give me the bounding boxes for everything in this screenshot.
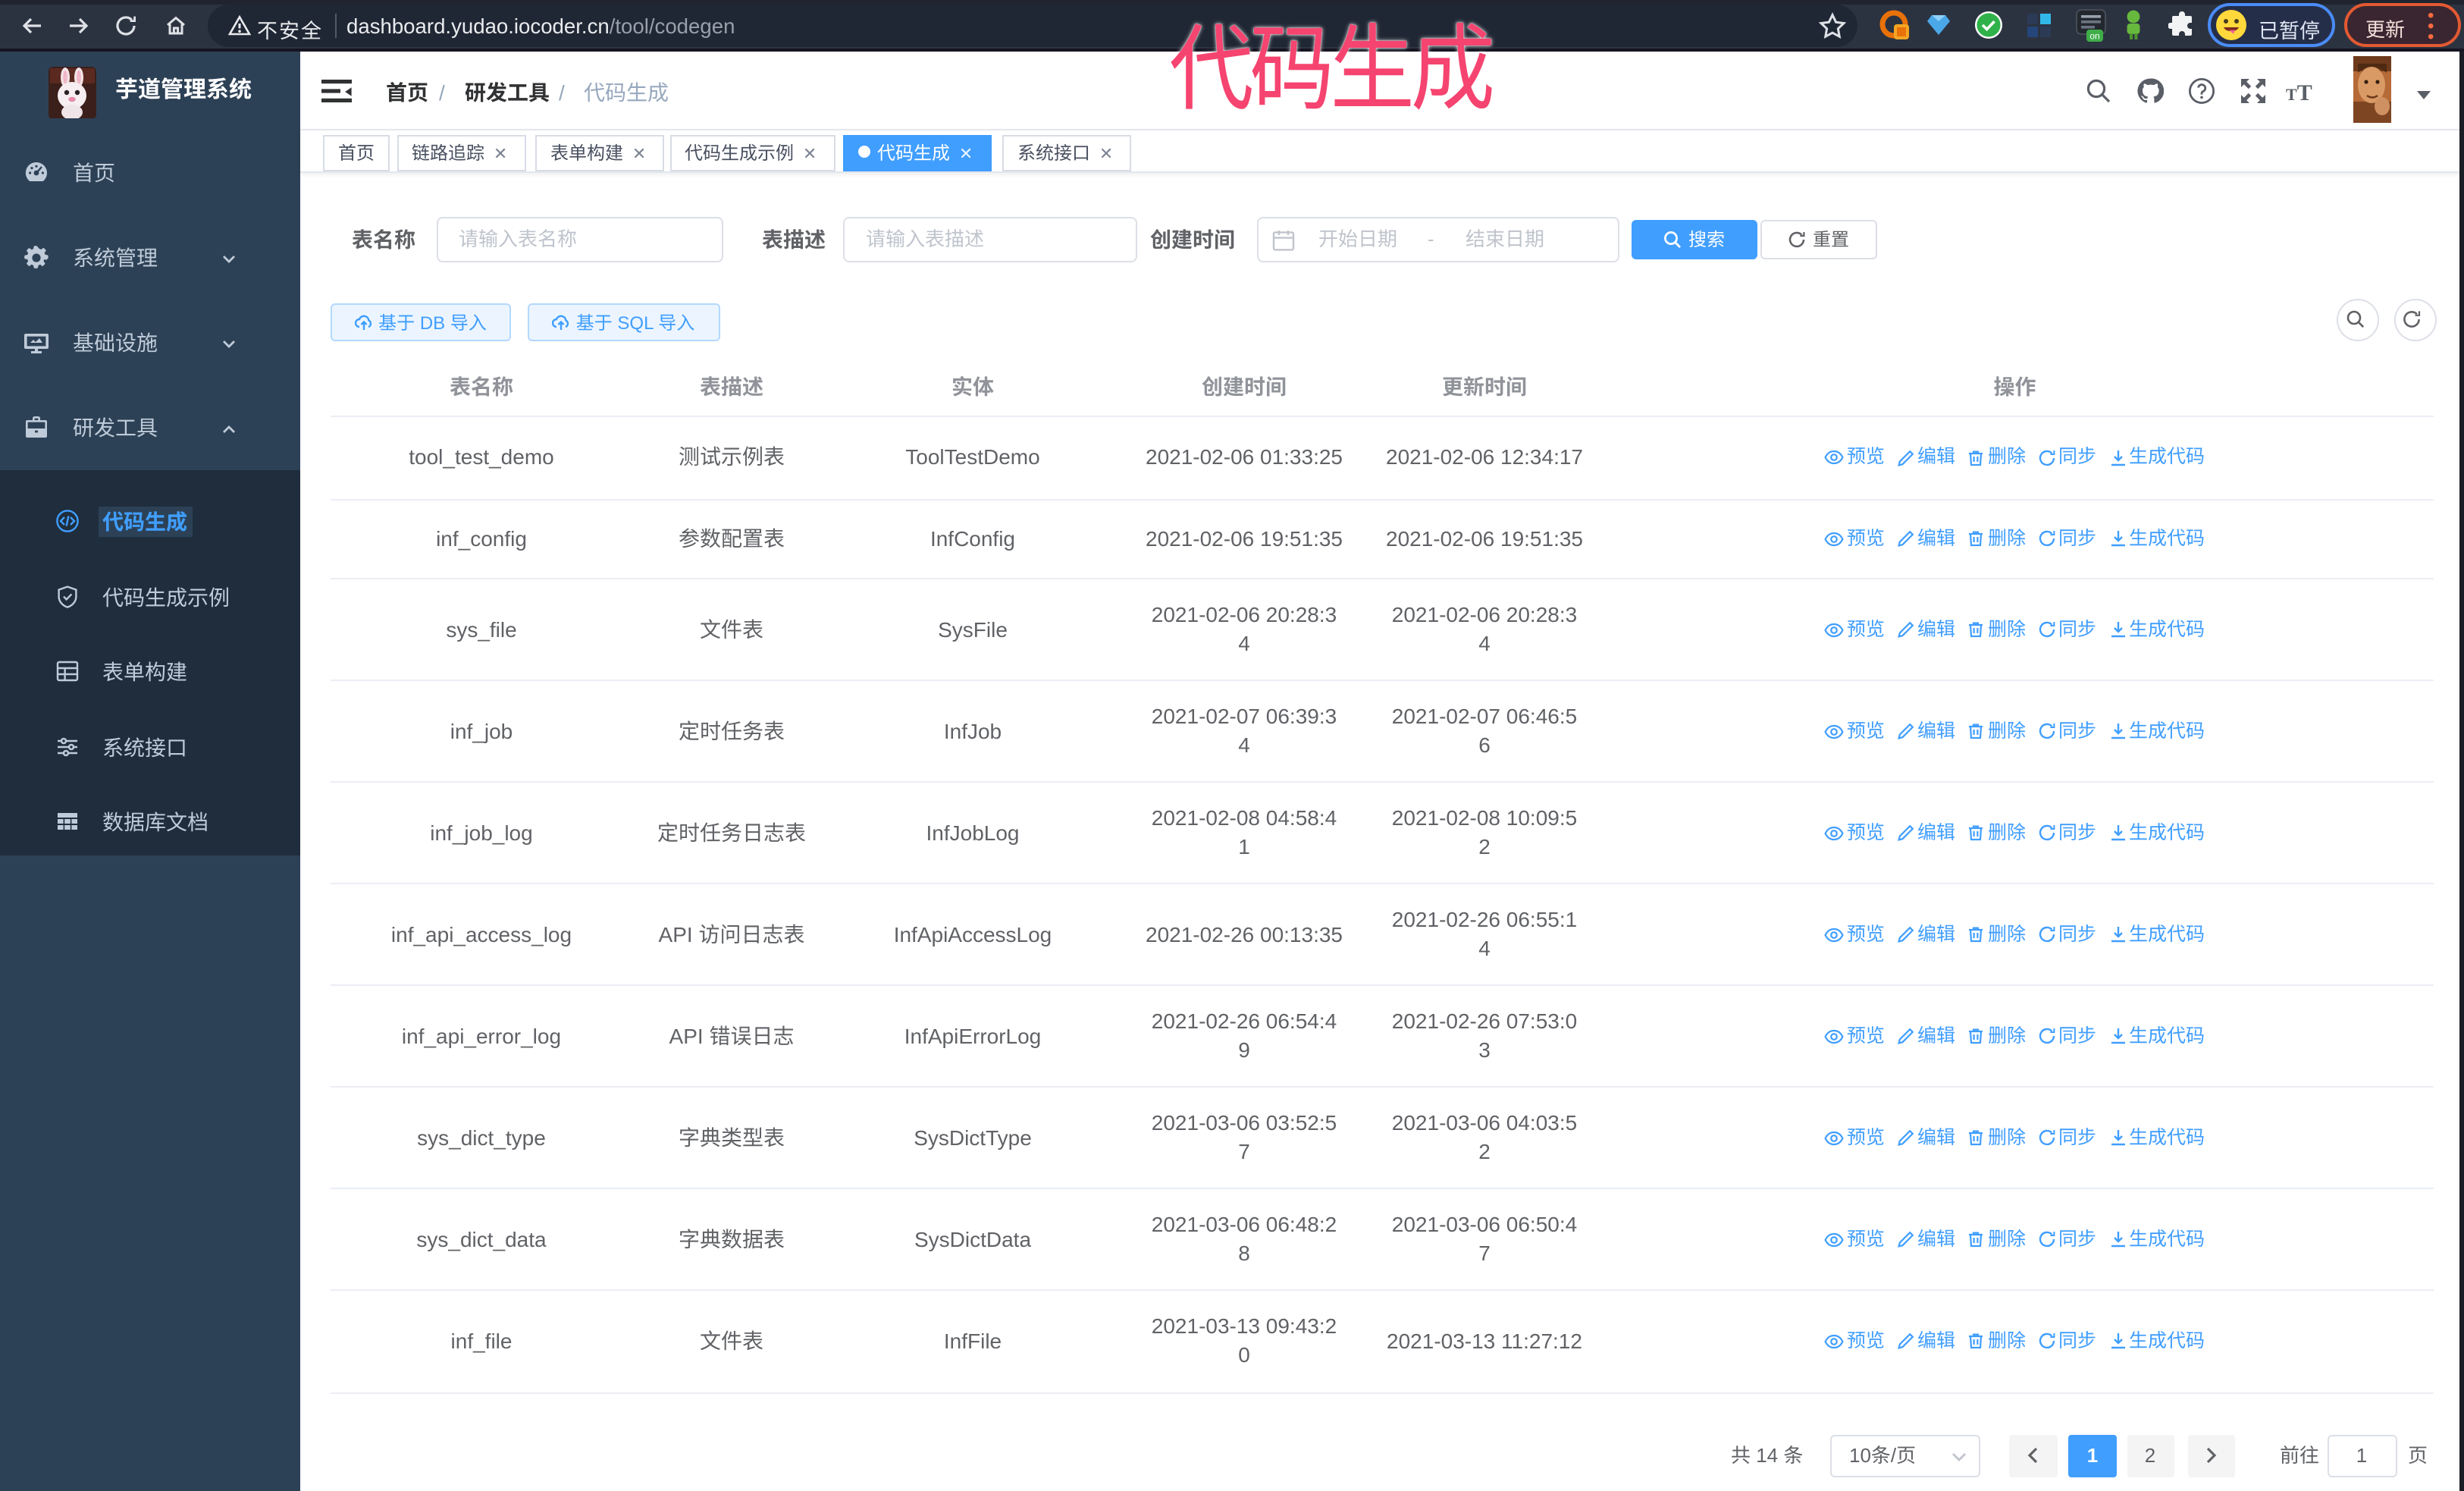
svg-text:on: on bbox=[2089, 30, 2099, 41]
